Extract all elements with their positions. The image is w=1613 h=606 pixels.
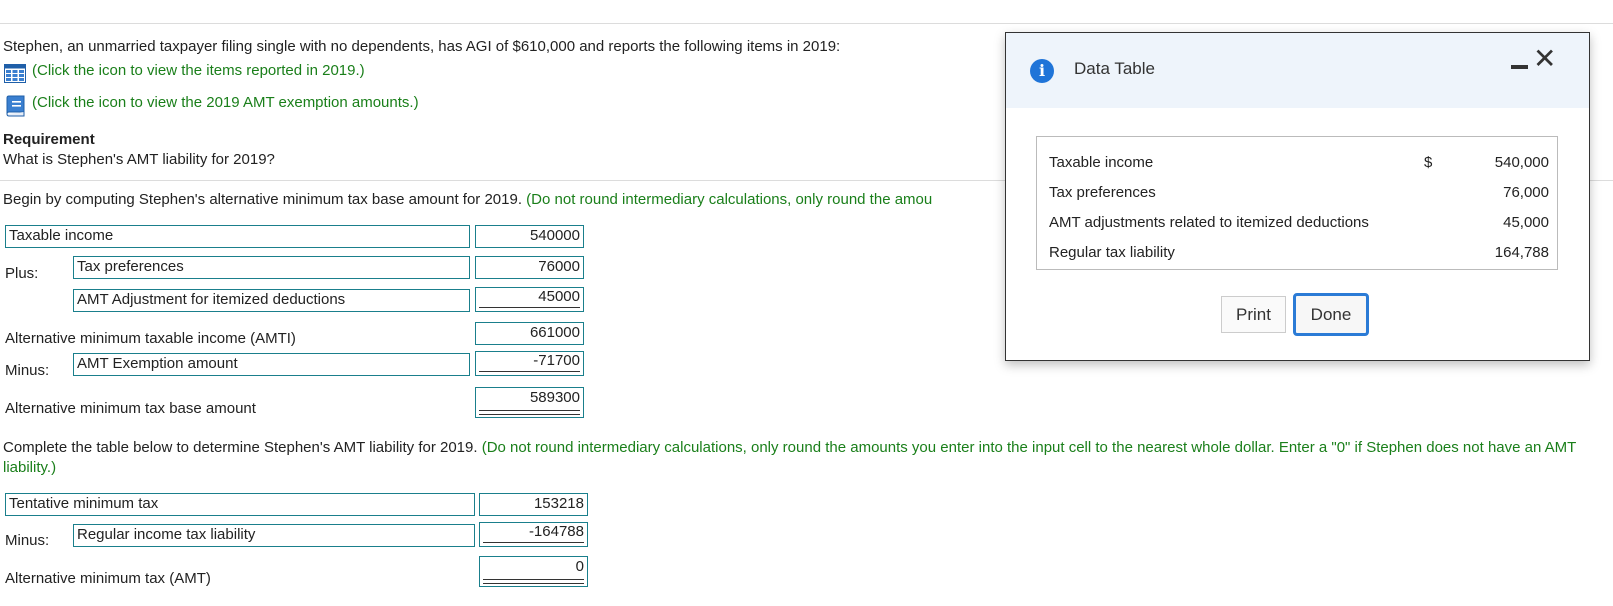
info-icon: i bbox=[1030, 59, 1054, 83]
amt-adjustment-input[interactable]: 45000 bbox=[475, 287, 584, 312]
row-label: Taxable income bbox=[1049, 154, 1154, 171]
subtotal-rule bbox=[483, 542, 584, 543]
amt-adjustment-value: 45000 bbox=[538, 288, 580, 305]
done-button[interactable]: Done bbox=[1293, 293, 1369, 336]
tentative-tax-input[interactable]: 153218 bbox=[479, 493, 588, 516]
dialog-title: Data Table bbox=[1074, 59, 1155, 78]
table-row: Tax preferences 76,000 bbox=[1049, 184, 1549, 206]
exemption-book-icon[interactable] bbox=[4, 93, 28, 121]
requirement-heading: Requirement bbox=[3, 131, 95, 148]
subtotal-rule bbox=[479, 307, 580, 308]
amt-value: 0 bbox=[575, 558, 584, 575]
close-icon[interactable]: ✕ bbox=[1533, 45, 1561, 73]
print-button[interactable]: Print bbox=[1221, 296, 1286, 333]
base-amount-input[interactable]: 589300 bbox=[475, 387, 584, 418]
top-divider bbox=[0, 23, 1613, 24]
part2-instruction: Complete the table below to determine St… bbox=[3, 439, 1577, 476]
minimize-icon[interactable] bbox=[1511, 65, 1528, 69]
total-double-rule bbox=[479, 410, 580, 415]
row-label: Regular tax liability bbox=[1049, 244, 1175, 261]
amti-input[interactable]: 661000 bbox=[475, 322, 584, 345]
exemption-value: -71700 bbox=[533, 352, 580, 369]
items-table-icon[interactable] bbox=[4, 64, 26, 87]
amt-input[interactable]: 0 bbox=[479, 556, 588, 587]
regular-tax-value: -164788 bbox=[528, 523, 584, 540]
row-value: 164,788 bbox=[1494, 244, 1549, 261]
row-label: Tax preferences bbox=[1049, 184, 1156, 201]
requirement-text: What is Stephen's AMT liability for 2019… bbox=[3, 151, 275, 168]
table-row: Regular tax liability 164,788 bbox=[1049, 244, 1549, 266]
exemption-amounts-link[interactable]: (Click the icon to view the 2019 AMT exe… bbox=[32, 94, 419, 111]
taxable-income-input[interactable]: 540000 bbox=[475, 225, 584, 248]
table-row: Taxable income $ 540,000 bbox=[1049, 154, 1549, 176]
regular-tax-label: Regular income tax liability bbox=[73, 524, 475, 547]
regular-tax-input[interactable]: -164788 bbox=[479, 522, 588, 547]
dialog-header: i Data Table ✕ bbox=[1006, 33, 1589, 108]
minus-label-2: Minus: bbox=[5, 532, 50, 549]
exemption-input[interactable]: -71700 bbox=[475, 351, 584, 376]
row-value: 76,000 bbox=[1503, 184, 1549, 201]
base-amount-value: 589300 bbox=[529, 389, 580, 406]
tax-preferences-input[interactable]: 76000 bbox=[475, 256, 584, 279]
row-value: 45,000 bbox=[1503, 214, 1549, 231]
amt-adjustment-label: AMT Adjustment for itemized deductions bbox=[73, 289, 470, 312]
items-reported-link[interactable]: (Click the icon to view the items report… bbox=[32, 62, 365, 79]
amt-label: Alternative minimum tax (AMT) bbox=[5, 570, 211, 587]
question-text: Stephen, an unmarried taxpayer filing si… bbox=[3, 38, 841, 55]
data-table: Taxable income $ 540,000 Tax preferences… bbox=[1036, 136, 1558, 270]
data-table-dialog: i Data Table ✕ Taxable income $ 540,000 … bbox=[1005, 32, 1590, 361]
exemption-label: AMT Exemption amount bbox=[73, 353, 470, 376]
taxable-income-label: Taxable income bbox=[5, 225, 470, 248]
dollar-sign: $ bbox=[1424, 154, 1433, 171]
base-amount-label: Alternative minimum tax base amount bbox=[5, 400, 256, 417]
tax-preferences-label: Tax preferences bbox=[73, 256, 470, 279]
subtotal-rule bbox=[479, 371, 580, 372]
total-double-rule bbox=[483, 579, 584, 584]
amti-label: Alternative minimum taxable income (AMTI… bbox=[5, 330, 296, 347]
part1-instruction-note: (Do not round intermediary calculations,… bbox=[526, 191, 933, 208]
row-value: 540,000 bbox=[1494, 154, 1549, 171]
tentative-tax-label: Tentative minimum tax bbox=[5, 493, 475, 516]
part1-instruction: Begin by computing Stephen's alternative… bbox=[3, 191, 933, 208]
row-label: AMT adjustments related to itemized dedu… bbox=[1049, 214, 1369, 231]
table-row: AMT adjustments related to itemized dedu… bbox=[1049, 214, 1549, 236]
plus-label: Plus: bbox=[5, 265, 39, 282]
minus-label: Minus: bbox=[5, 362, 50, 379]
